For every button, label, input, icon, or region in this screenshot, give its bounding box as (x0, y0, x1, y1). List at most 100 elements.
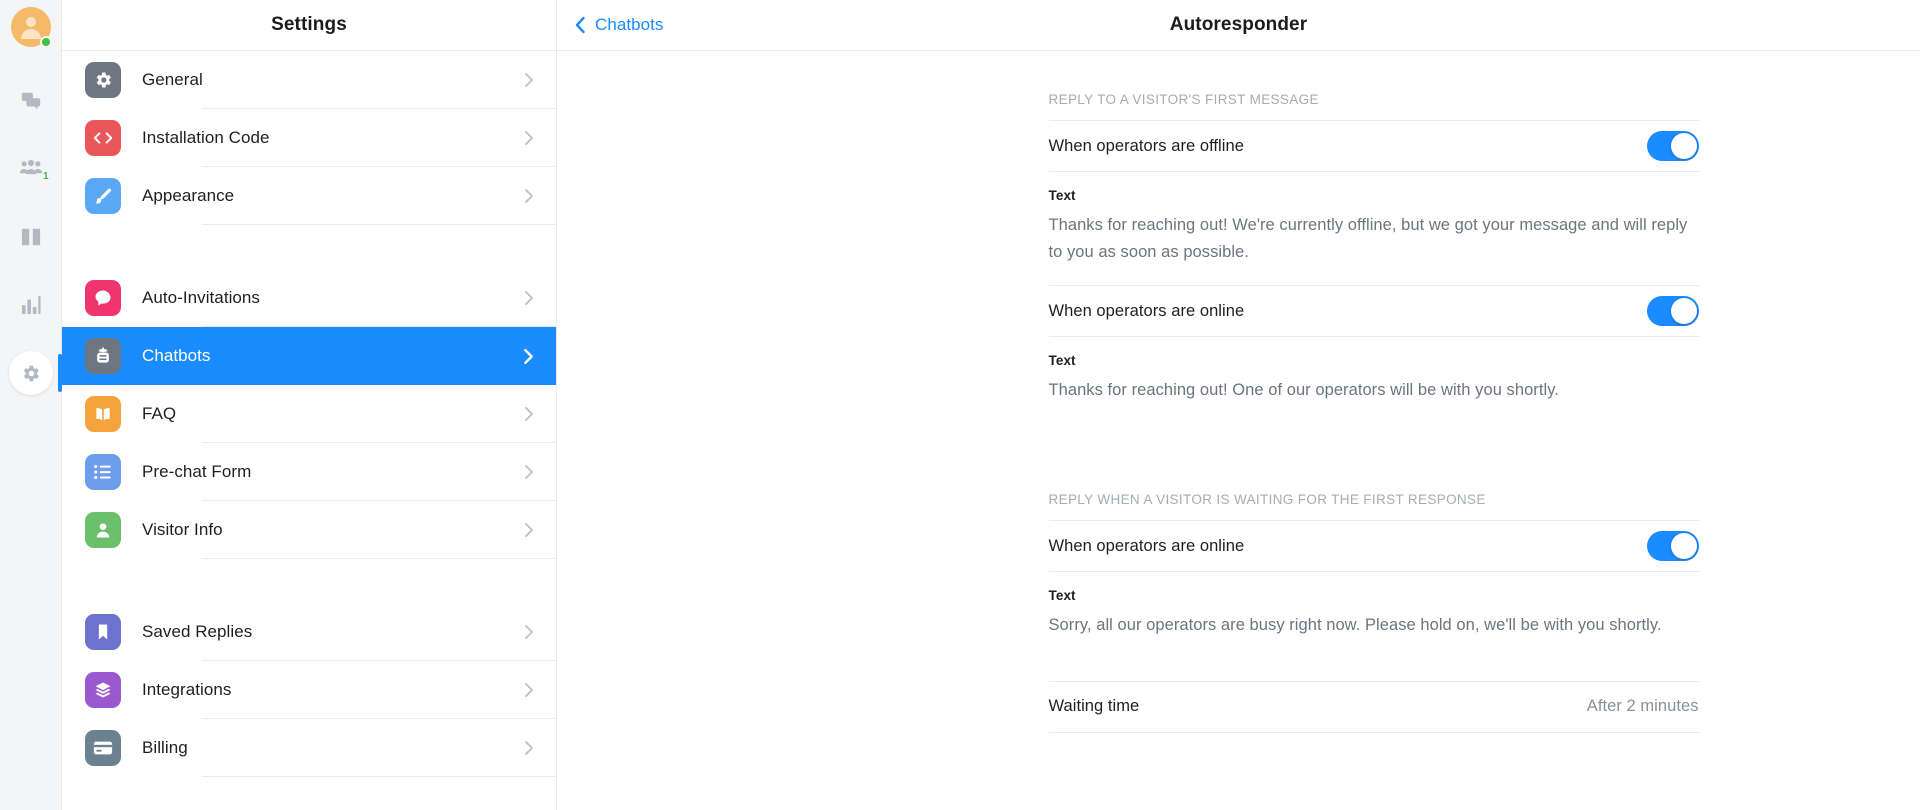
sidebar-item-label: Saved Replies (142, 622, 253, 641)
chevron-right-icon (524, 188, 534, 204)
person-icon (85, 512, 121, 548)
section-heading: REPLY WHEN A VISITOR IS WAITING FOR THE … (1048, 492, 1486, 508)
card-icon (85, 730, 121, 766)
setting-row-waiting-time[interactable]: Waiting time After 2 minutes (1048, 680, 1699, 733)
sidebar-item-chatbots[interactable]: Chatbots (62, 327, 556, 385)
left-rail: 1 (0, 0, 62, 810)
visitors-badge: 1 (42, 171, 49, 182)
chevron-right-icon (524, 624, 534, 640)
setting-row-label: When operators are offline (1048, 136, 1244, 155)
avatar-body (20, 29, 41, 39)
avatar-head (25, 17, 36, 27)
gear-icon (85, 62, 121, 98)
app-root: 1 Settings General Installation Code App… (0, 0, 1920, 810)
sidebar-item-general[interactable]: General (62, 51, 556, 109)
sidebar-item-label: General (142, 70, 203, 89)
bookmark-icon (85, 614, 121, 650)
chevron-left-icon (575, 16, 586, 34)
chevron-right-icon (524, 406, 534, 422)
rail-item-chats[interactable] (9, 79, 53, 123)
rail-item-visitors[interactable]: 1 (9, 147, 53, 191)
chevron-right-icon (523, 348, 534, 365)
text-block-value[interactable]: Thanks for reaching out! We're currently… (1049, 212, 1699, 265)
chevron-right-icon (524, 522, 534, 538)
chevron-right-icon (524, 72, 534, 88)
group-gap (62, 225, 556, 269)
sidebar-item-label: Integrations (142, 680, 232, 699)
sidebar-item-label: Installation Code (142, 128, 270, 147)
sidebar-item-label: FAQ (142, 404, 177, 423)
toggle-knob (1670, 533, 1697, 560)
rail-item-knowledge-base[interactable] (9, 215, 53, 259)
chevron-right-icon (524, 740, 534, 756)
rail-selection-indicator (57, 354, 62, 392)
sidebar-item-faq[interactable]: FAQ (62, 385, 556, 443)
setting-row-operators-online-waiting[interactable]: When operators are online (1048, 520, 1699, 573)
sidebar-item-pre-chat-form[interactable]: Pre-chat Form (62, 443, 556, 501)
page-title: Autoresponder (1169, 14, 1308, 35)
sidebar-item-appearance[interactable]: Appearance (62, 167, 556, 225)
row-divider (202, 558, 556, 559)
sidebar-item-billing[interactable]: Billing (62, 719, 556, 777)
sidebar-item-label: Appearance (142, 186, 235, 205)
layers-icon (85, 672, 121, 708)
sidebar-item-saved-replies[interactable]: Saved Replies (62, 603, 556, 661)
chevron-right-icon (524, 290, 534, 306)
content-column: REPLY TO A VISITOR'S FIRST MESSAGE When … (1048, 51, 1699, 810)
sidebar-item-label: Billing (142, 738, 188, 757)
sidebar-item-integrations[interactable]: Integrations (62, 661, 556, 719)
settings-title: Settings (62, 0, 556, 51)
setting-row-operators-online-first[interactable]: When operators are online (1048, 285, 1699, 338)
text-block-label: Text (1048, 188, 1076, 203)
toggle-knob (1670, 298, 1697, 325)
rail-item-reports[interactable] (9, 283, 53, 327)
text-block-value[interactable]: Thanks for reaching out! One of our oper… (1049, 377, 1699, 404)
chat-bubble-icon (85, 280, 121, 316)
toggle-knob (1670, 133, 1697, 159)
code-icon (85, 120, 121, 156)
text-block-value[interactable]: Sorry, all our operators are busy right … (1049, 612, 1699, 639)
avatar[interactable] (10, 7, 52, 48)
waiting-time-label: Waiting time (1048, 697, 1140, 716)
online-status-dot (39, 36, 52, 48)
sidebar-item-visitor-info[interactable]: Visitor Info (62, 501, 556, 559)
gear-icon (20, 363, 41, 384)
toggle-operators-online-waiting[interactable] (1646, 531, 1699, 562)
main-body: REPLY TO A VISITOR'S FIRST MESSAGE When … (557, 51, 1920, 810)
visitors-icon (19, 158, 43, 180)
brush-icon (85, 178, 121, 214)
group-gap (62, 559, 556, 603)
chevron-right-icon (524, 682, 534, 698)
chevron-right-icon (524, 130, 534, 146)
chats-icon (20, 90, 42, 112)
text-block-online-first: Text Thanks for reaching out! One of our… (1049, 337, 1699, 424)
main-header: Chatbots Autoresponder (557, 0, 1920, 51)
section-heading: REPLY TO A VISITOR'S FIRST MESSAGE (1048, 92, 1319, 107)
sidebar-item-label: Visitor Info (142, 520, 223, 539)
row-divider (202, 776, 556, 777)
robot-icon (85, 338, 121, 374)
back-to-chatbots-link[interactable]: Chatbots (575, 15, 663, 35)
text-block-label: Text (1048, 588, 1076, 604)
settings-list: General Installation Code Appearance Aut… (62, 51, 556, 810)
rail-item-settings[interactable] (8, 351, 62, 395)
sidebar-item-label: Auto-Invitations (142, 288, 260, 307)
text-block-offline: Text Thanks for reaching out! We're curr… (1049, 172, 1699, 285)
sidebar-item-label: Pre-chat Form (142, 462, 252, 481)
toggle-operators-online-first[interactable] (1646, 296, 1699, 327)
back-link-label: Chatbots (595, 15, 664, 34)
sidebar-item-installation-code[interactable]: Installation Code (62, 109, 556, 167)
settings-panel: Settings General Installation Code Appea… (62, 0, 557, 810)
chevron-right-icon (524, 464, 534, 480)
setting-row-operators-offline[interactable]: When operators are offline (1048, 120, 1699, 172)
sidebar-item-label: Chatbots (142, 346, 211, 365)
book-icon (85, 396, 121, 432)
row-divider (202, 224, 556, 225)
reports-icon (21, 295, 41, 315)
text-block-label: Text (1048, 353, 1076, 369)
toggle-operators-offline[interactable] (1646, 131, 1699, 161)
text-block-waiting: Text Sorry, all our operators are busy r… (1049, 572, 1699, 645)
waiting-time-value: After 2 minutes (1586, 697, 1699, 716)
sidebar-item-auto-invitations[interactable]: Auto-Invitations (62, 269, 556, 327)
main-panel: Chatbots Autoresponder REPLY TO A VISITO… (557, 0, 1920, 810)
